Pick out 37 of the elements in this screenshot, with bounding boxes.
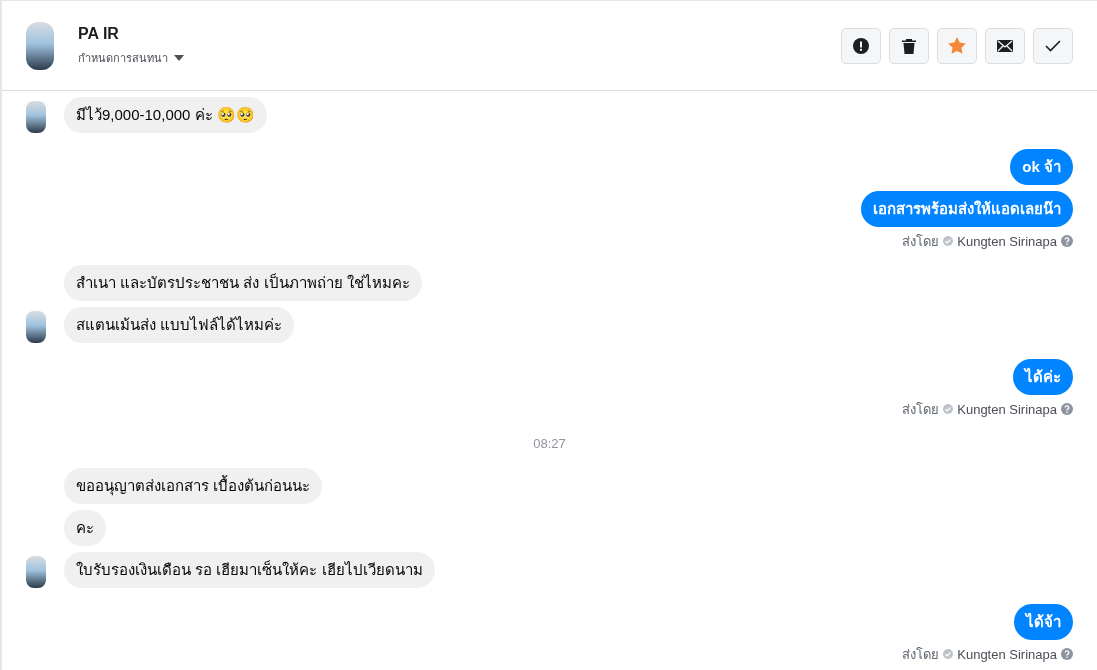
sender-name: Kungten Sirinapa: [957, 233, 1057, 249]
message-bubble: ใบรับรองเงินเดือน รอ เฮียมาเซ็นให้คะ เฮียไปเวียดนาม: [64, 552, 435, 588]
help-icon[interactable]: [1061, 648, 1073, 660]
message-bubble: เอกสารพร้อมส่งให้แอดเลยน๊า: [861, 191, 1073, 227]
sender-name: Kungten Sirinapa: [957, 401, 1057, 417]
timestamp: 08:27: [533, 436, 566, 452]
sender-name: Kungten Sirinapa: [957, 646, 1057, 662]
check-circle-icon: [943, 404, 954, 414]
sent-by-label: ส่งโดย: [902, 400, 940, 419]
checkmark-icon: [1045, 39, 1061, 52]
trash-icon: [902, 37, 916, 54]
message-bubble: มีไว้9,000-10,000 ค่ะ 🥺🥺: [64, 97, 267, 133]
delete-button[interactable]: [889, 27, 929, 64]
check-circle-icon: [943, 649, 954, 659]
star-button[interactable]: [937, 27, 977, 64]
report-button[interactable]: [841, 27, 881, 64]
message-bubble: สแตนเม้นส่ง แบบไฟล์ได้ไหมค่ะ: [64, 307, 295, 343]
message-bubble: สำเนา และบัตรประชาชน ส่ง เป็นภาพถ่าย ใช่ไหมคะ: [64, 265, 422, 301]
message-bubble: ok จ้า: [1010, 149, 1073, 185]
alert-icon: [853, 37, 869, 54]
mark-unread-button[interactable]: [985, 27, 1025, 64]
check-circle-icon: [943, 236, 954, 246]
done-button[interactable]: [1033, 27, 1073, 64]
message-bubble: ได้ค่ะ: [1013, 359, 1073, 395]
help-icon[interactable]: [1061, 235, 1073, 247]
help-icon[interactable]: [1061, 403, 1073, 415]
sent-by-label: ส่งโดย: [902, 232, 940, 251]
sent-by-label: ส่งโดย: [902, 645, 940, 664]
star-icon: [948, 37, 966, 54]
photo-placeholder: [26, 21, 54, 70]
caret-icon[interactable]: [174, 54, 184, 61]
conversation-settings-link[interactable]: กำหนดการสนทนา: [78, 48, 168, 67]
message-bubble: ได้จ้า: [1014, 604, 1073, 640]
message-bubble: ขออนุญาตส่งเอกสาร เบื้องต้นก่อนนะ: [64, 468, 323, 504]
message-bubble: คะ: [64, 510, 106, 546]
envelope-icon: [997, 39, 1013, 52]
contact-name: PA IR: [78, 24, 120, 43]
